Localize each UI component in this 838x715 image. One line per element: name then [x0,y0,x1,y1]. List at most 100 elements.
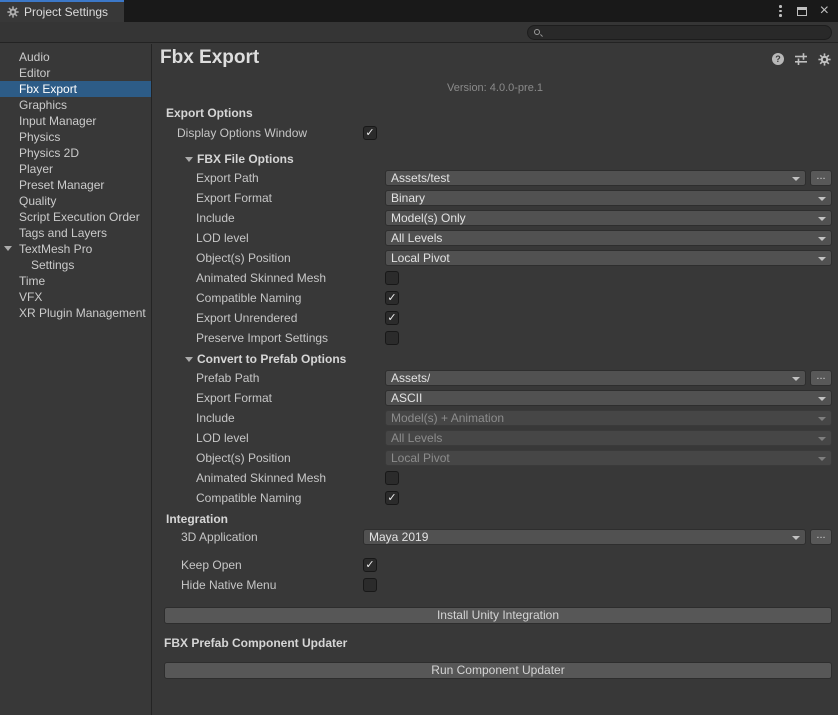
sidebar-item-label: Physics 2D [19,146,79,160]
chevron-down-icon [792,177,800,181]
search-input[interactable] [546,26,825,39]
preserve-import-settings-checkbox[interactable] [385,331,399,345]
section-export-options: Export Options [152,105,838,121]
foldout-triangle-icon[interactable] [4,246,12,251]
sidebar-item-tags-and-layers[interactable]: Tags and Layers [0,225,151,241]
sidebar-item-physics-2d[interactable]: Physics 2D [0,145,151,161]
form-row-compatible-naming: Compatible Naming✓ [152,488,838,508]
sidebar-item-textmesh-pro[interactable]: TextMesh Pro [0,241,151,257]
sidebar-item-time[interactable]: Time [0,273,151,289]
sidebar-item-audio[interactable]: Audio [0,49,151,65]
foldout-fbx-file-options[interactable]: FBX File Options [152,150,838,168]
form-row-prefab-path: Prefab PathAssets/... [152,368,838,388]
sidebar-item-script-execution-order[interactable]: Script Execution Order [0,209,151,225]
run-component-updater-button[interactable]: Run Component Updater [164,662,832,679]
sidebar-item-settings[interactable]: Settings [0,257,151,273]
dropdown-value: Local Pivot [391,451,450,465]
form-row-include: IncludeModel(s) Only [152,208,838,228]
animated-skinned-mesh-checkbox[interactable] [385,271,399,285]
dropdown-value: Maya 2019 [369,530,428,544]
form-row-object-s-position: Object(s) PositionLocal Pivot [152,448,838,468]
sidebar-item-quality[interactable]: Quality [0,193,151,209]
toolbar [0,22,838,43]
help-icon[interactable]: ? [772,53,784,65]
sidebar-item-fbx-export[interactable]: Fbx Export [0,81,151,97]
object-s-position-dropdown: Local Pivot [385,450,832,466]
sidebar-item-label: XR Plugin Management [19,306,146,320]
include-dropdown[interactable]: Model(s) Only [385,210,832,226]
export-format-dropdown[interactable]: Binary [385,190,832,206]
field-label: Export Format [152,188,272,208]
form-row-animated-skinned-mesh: Animated Skinned Mesh [152,468,838,488]
foldout-label: Convert to Prefab Options [197,352,346,366]
sidebar-item-xr-plugin-management[interactable]: XR Plugin Management [0,305,151,321]
form-row-preserve-import-settings: Preserve Import Settings [152,328,838,348]
sidebar-item-graphics[interactable]: Graphics [0,97,151,113]
form-row-object-s-position: Object(s) PositionLocal Pivot [152,248,838,268]
foldout-triangle-icon [185,357,193,362]
sidebar-item-vfx[interactable]: VFX [0,289,151,305]
settings-category-list: AudioEditorFbx ExportGraphicsInput Manag… [0,44,152,715]
dropdown-value: All Levels [391,231,442,245]
field-label: Display Options Window [152,123,307,143]
lod-level-dropdown[interactable]: All Levels [385,230,832,246]
export-format-dropdown[interactable]: ASCII [385,390,832,406]
hide-native-menu-checkbox[interactable] [363,578,377,592]
sidebar-item-label: Script Execution Order [19,210,140,224]
form-row-compatible-naming: Compatible Naming ✓ [152,288,838,308]
search-box [527,25,832,40]
object-s-position-dropdown[interactable]: Local Pivot [385,250,832,266]
form-row-export-format: Export Format Binary [152,188,838,208]
compatible-naming-checkbox[interactable]: ✓ [385,491,399,505]
gear-icon[interactable] [818,53,831,66]
tab-strip: Project Settings × [0,0,838,22]
field-label: Compatible Naming [152,288,301,308]
gear-icon [7,6,19,18]
3d-application-dropdown[interactable]: Maya 2019 [363,529,806,545]
animated-skinned-mesh-checkbox[interactable] [385,471,399,485]
prefab-path-browse-button[interactable]: ... [810,370,832,386]
sidebar-item-preset-manager[interactable]: Preset Manager [0,177,151,193]
chevron-down-icon [792,536,800,540]
display-options-window-checkbox[interactable]: ✓ [363,126,377,140]
form-row-lod-level: LOD levelAll Levels [152,428,838,448]
kebab-menu-icon[interactable] [777,3,784,19]
chevron-down-icon [818,257,826,261]
export-path-dropdown[interactable]: Assets/test [385,170,806,186]
prefab-path-dropdown[interactable]: Assets/ [385,370,806,386]
field-label: Export Path [152,168,259,188]
tab-project-settings[interactable]: Project Settings [0,0,124,22]
form-row-export-format: Export Format ASCII [152,388,838,408]
export-path-browse-button[interactable]: ... [810,170,832,186]
install-unity-integration-button[interactable]: Install Unity Integration [164,607,832,624]
field-label: Export Format [152,388,272,408]
form-row-keep-open: Keep Open✓ [152,555,838,575]
form-row-display-options-window: Display Options Window ✓ [152,123,838,143]
export-unrendered-checkbox[interactable]: ✓ [385,311,399,325]
compatible-naming-checkbox[interactable]: ✓ [385,291,399,305]
field-label: Export Unrendered [152,308,297,328]
chevron-down-icon [818,197,826,201]
dropdown-value: Assets/test [391,171,450,185]
active-tab-indicator [0,0,124,2]
preset-icon[interactable] [794,52,808,66]
section-integration: Integration [152,511,838,527]
close-icon[interactable]: × [820,3,829,19]
sidebar-item-physics[interactable]: Physics [0,129,151,145]
keep-open-checkbox[interactable]: ✓ [363,558,377,572]
field-label: LOD level [152,428,249,448]
foldout-convert-to-prefab-options[interactable]: Convert to Prefab Options [152,350,838,368]
sidebar-item-editor[interactable]: Editor [0,65,151,81]
field-label: 3D Application [152,527,258,547]
sidebar-item-label: Tags and Layers [19,226,107,240]
chevron-down-icon [818,437,826,441]
sidebar-item-player[interactable]: Player [0,161,151,177]
sidebar-item-label: Graphics [19,98,67,112]
chevron-down-icon [818,457,826,461]
foldout-triangle-icon [185,157,193,162]
dropdown-value: Local Pivot [391,251,450,265]
sidebar-item-input-manager[interactable]: Input Manager [0,113,151,129]
3d-application-browse-button[interactable]: ... [810,529,832,545]
tab-label: Project Settings [24,5,108,19]
maximize-icon[interactable] [797,7,807,16]
